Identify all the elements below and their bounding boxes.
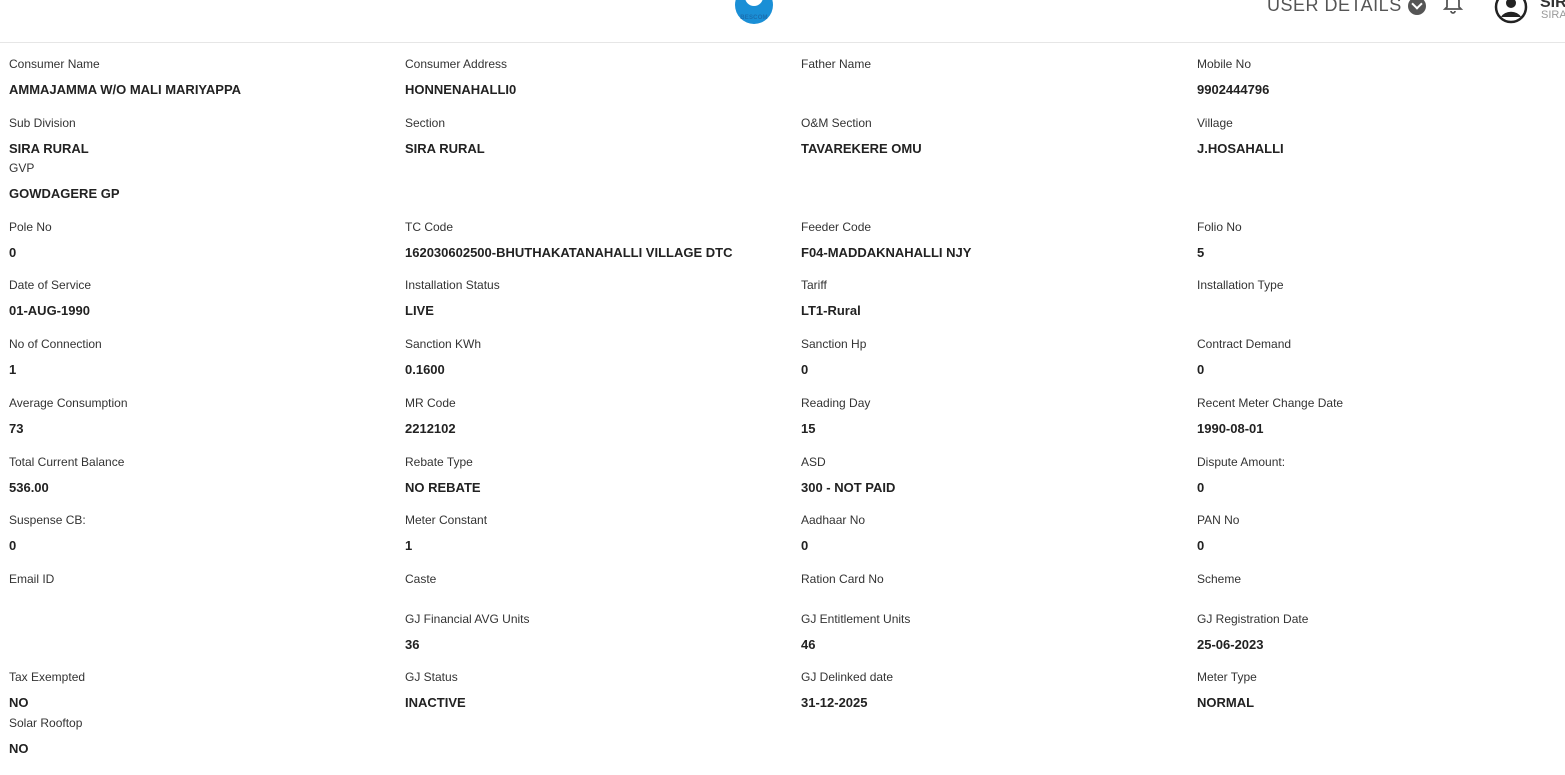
field-value: TAVAREKERE OMU — [801, 141, 922, 156]
field-value: 1 — [405, 538, 413, 553]
field-label: Suspense CB: — [9, 513, 86, 527]
field-value: 01-AUG-1990 — [9, 303, 90, 318]
field-label: GJ Delinked date — [801, 670, 894, 684]
field-value: NO — [9, 695, 29, 710]
field-label: PAN No — [1197, 513, 1240, 527]
field-label: Sub Division — [9, 116, 76, 130]
field-label: MR Code — [405, 396, 456, 410]
field-label: Installation Type — [1197, 278, 1284, 292]
field-value: 0 — [1197, 538, 1205, 553]
field-label: Tariff — [801, 278, 827, 292]
field-value: 1990-08-01 — [1197, 421, 1264, 436]
field-label: TC Code — [405, 220, 454, 234]
field-label: Tax Exempted — [9, 670, 86, 684]
field-value: 25-06-2023 — [1197, 637, 1264, 652]
field-label: GJ Entitlement Units — [801, 612, 911, 626]
field-value: 162030602500-BHUTHAKATANAHALLI VILLAGE D… — [405, 245, 733, 260]
field-label: Mobile No — [1197, 57, 1252, 71]
field-value: 536.00 — [9, 480, 49, 495]
field-label: Date of Service — [9, 278, 92, 292]
field-label: Rebate Type — [405, 455, 473, 469]
user-details-dropdown[interactable]: USER DETAILS — [1267, 0, 1426, 16]
field-label: Total Current Balance — [9, 455, 125, 469]
field-label: Recent Meter Change Date — [1197, 396, 1344, 410]
field-value: 15 — [801, 421, 816, 436]
field-label: Sanction KWh — [405, 337, 482, 351]
field-label: Scheme — [1197, 572, 1242, 586]
field-value: 5 — [1197, 245, 1205, 260]
field-label: Solar Rooftop — [9, 716, 83, 730]
field-label: Consumer Address — [405, 57, 508, 71]
field-label: Meter Type — [1197, 670, 1257, 684]
field-value: SIRA RURAL — [405, 141, 485, 156]
field-label: Father Name — [801, 57, 872, 71]
field-label: Dispute Amount: — [1197, 455, 1286, 469]
field-value: NORMAL — [1197, 695, 1255, 710]
field-value: 46 — [801, 637, 816, 652]
field-value: F04-MADDAKNAHALLI NJY — [801, 245, 972, 260]
field-label: O&M Section — [801, 116, 872, 130]
field-value: J.HOSAHALLI — [1197, 141, 1284, 156]
field-value: NO REBATE — [405, 480, 481, 495]
field-label: GVP — [9, 161, 35, 175]
field-value: 300 - NOT PAID — [801, 480, 896, 495]
field-label: No of Connection — [9, 337, 102, 351]
field-label: Folio No — [1197, 220, 1242, 234]
logo-text: BESCOM — [740, 15, 768, 21]
field-label: ASD — [801, 455, 826, 469]
field-label: Email ID — [9, 572, 55, 586]
field-label: Pole No — [9, 220, 52, 234]
field-value: 0 — [9, 538, 17, 553]
field-value: LIVE — [405, 303, 434, 318]
user-sub: SIRA — [1541, 9, 1565, 21]
field-label: Consumer Name — [9, 57, 100, 71]
field-value: GOWDAGERE GP — [9, 186, 120, 201]
field-value: 0 — [1197, 480, 1205, 495]
field-label: Average Consumption — [9, 396, 128, 410]
field-label: GJ Financial AVG Units — [405, 612, 530, 626]
field-value: 31-12-2025 — [801, 695, 868, 710]
field-label: Caste — [405, 572, 437, 586]
user-avatar-icon[interactable] — [1494, 0, 1528, 24]
field-value: LT1-Rural — [801, 303, 861, 318]
field-label: Sanction Hp — [801, 337, 867, 351]
field-value: 9902444796 — [1197, 82, 1270, 97]
field-label: Contract Demand — [1197, 337, 1292, 351]
field-label: Section — [405, 116, 446, 130]
field-value: NO — [9, 741, 29, 756]
user-details-label: USER DETAILS — [1267, 0, 1402, 15]
field-value: 0 — [9, 245, 17, 260]
field-label: GJ Status — [405, 670, 458, 684]
field-value: 2212102 — [405, 421, 456, 436]
chevron-down-icon — [1407, 0, 1426, 15]
top-header: BESCOM USER DETAILS SIRA SIRA — [0, 0, 1565, 43]
field-label: Installation Status — [405, 278, 500, 292]
field-value: 0 — [1197, 362, 1205, 377]
bell-icon[interactable] — [1442, 0, 1464, 14]
field-value: 0.1600 — [405, 362, 445, 377]
field-value: 0 — [801, 538, 809, 553]
field-label: Aadhaar No — [801, 513, 866, 527]
field-value: HONNENAHALLI0 — [405, 82, 517, 97]
field-value: AMMAJAMMA W/O MALI MARIYAPPA — [9, 82, 242, 97]
field-label: Feeder Code — [801, 220, 872, 234]
field-value: 1 — [9, 362, 17, 377]
field-label: Meter Constant — [405, 513, 488, 527]
field-value: SIRA RURAL — [9, 141, 89, 156]
field-label: Reading Day — [801, 396, 871, 410]
field-value: INACTIVE — [405, 695, 466, 710]
field-label: Ration Card No — [801, 572, 884, 586]
field-value: 73 — [9, 421, 24, 436]
field-value: 0 — [801, 362, 809, 377]
field-value: 36 — [405, 637, 420, 652]
field-label: GJ Registration Date — [1197, 612, 1309, 626]
field-label: Village — [1197, 116, 1233, 130]
